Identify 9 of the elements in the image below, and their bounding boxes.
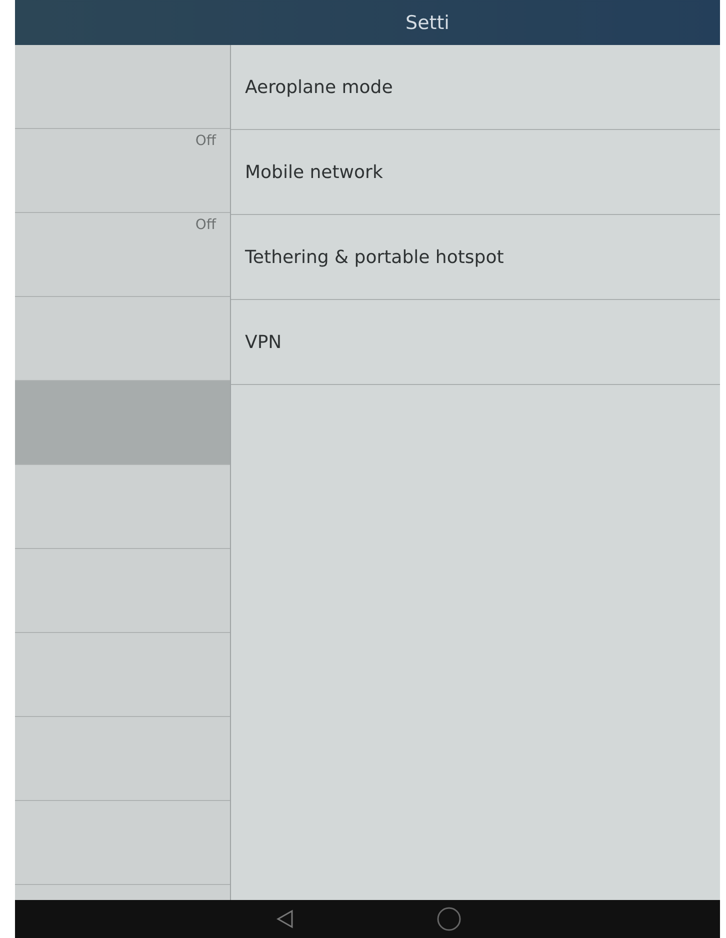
- home-icon[interactable]: [436, 906, 462, 932]
- settings-item[interactable]: Mobile network: [231, 130, 720, 215]
- settings-item[interactable]: Tethering & portable hotspot: [231, 215, 720, 300]
- settings-item[interactable]: Aeroplane mode: [231, 45, 720, 130]
- category-item[interactable]: [15, 381, 230, 465]
- window-title: Setti: [404, 12, 450, 34]
- status-value: Off: [195, 217, 216, 233]
- settings-item[interactable]: VPN: [231, 300, 720, 385]
- status-value: Off: [195, 133, 216, 149]
